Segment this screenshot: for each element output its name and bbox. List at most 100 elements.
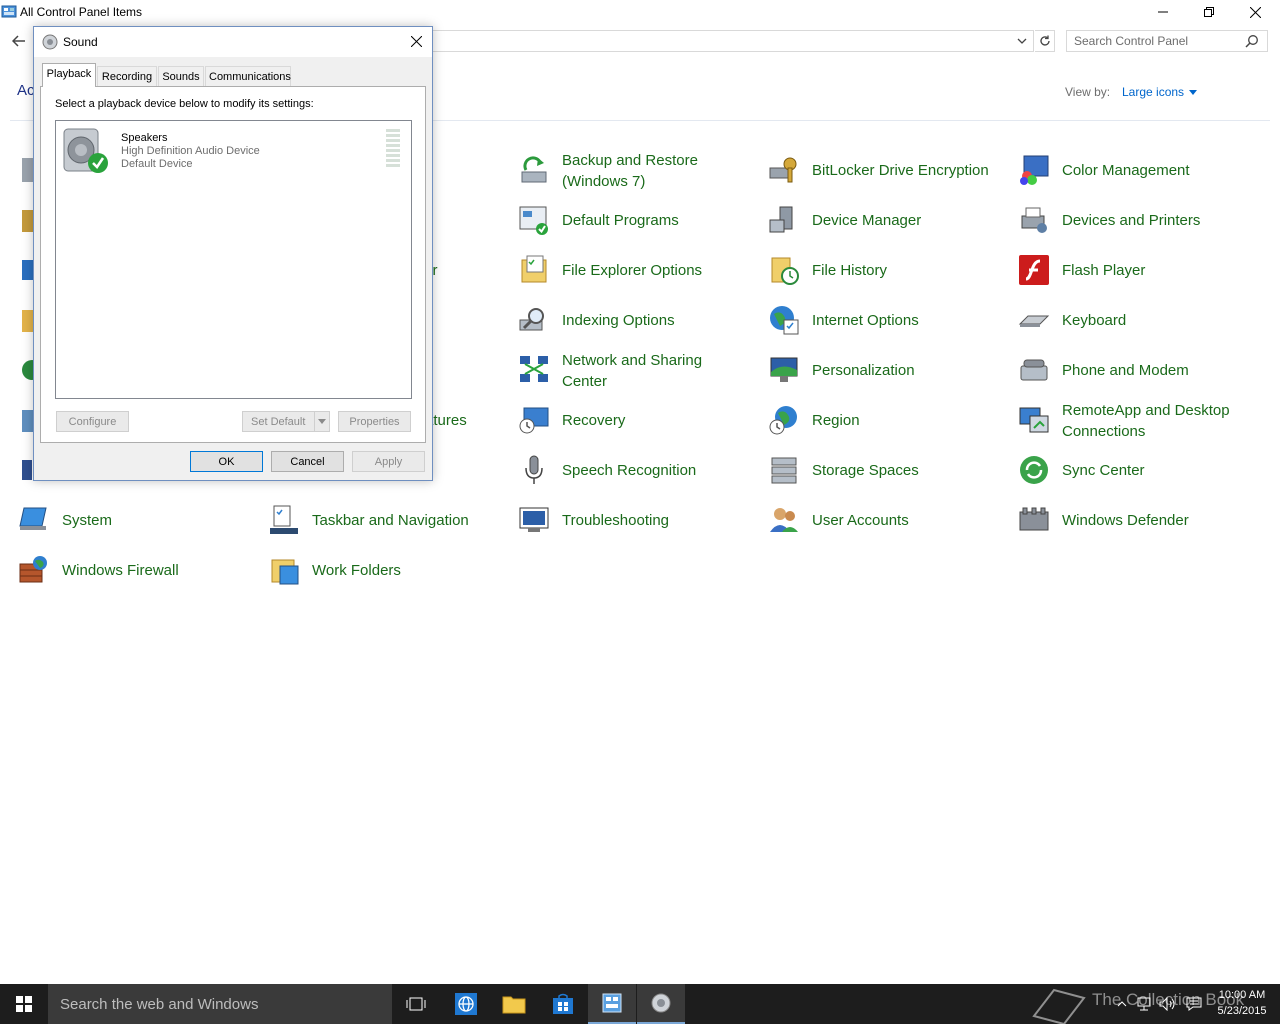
taskbar: The Collection Book 10:00 AM 5/23/2015 [0,984,1280,1024]
taskbar-app-browser[interactable] [442,984,490,1024]
tab-playback[interactable]: Playback [42,63,96,87]
system-icon [19,507,47,530]
cp-item-file-history[interactable]: File History [768,247,1008,293]
tray-network-button[interactable] [1134,994,1154,1014]
taskbar-app-store[interactable] [539,984,587,1024]
cp-item-windows-defender[interactable]: Windows Defender [1018,497,1258,543]
network-icon [1137,997,1151,1011]
view-by-dropdown[interactable]: Large icons [1122,85,1198,99]
set-default-dropdown-button[interactable] [314,411,330,432]
windows-firewall-icon [19,556,47,583]
minimize-button[interactable] [1140,0,1186,24]
cp-item-remoteapp[interactable]: RemoteApp and Desktop Connections [1018,397,1258,443]
cp-item-label: File Explorer Options [562,262,703,279]
cp-item-label: System [62,512,113,529]
clock-date[interactable]: 5/23/2015 [1212,1005,1272,1017]
cancel-button[interactable]: Cancel [271,451,344,472]
cp-item-network-sharing[interactable]: Network and Sharing Center [518,347,758,393]
cp-item-phone-modem[interactable]: Phone and Modem [1018,347,1258,393]
cp-item-internet-options[interactable]: Internet Options [768,297,1008,343]
taskbar-search-input[interactable] [48,984,392,1024]
personalization-icon [770,357,798,382]
cp-item-user-accounts[interactable]: User Accounts [768,497,1008,543]
task-view-button[interactable] [392,984,440,1024]
playback-device-list[interactable]: Speakers High Definition Audio Device De… [55,120,412,399]
cp-item-color-management[interactable]: Color Management [1018,147,1258,193]
refresh-button[interactable] [1035,30,1055,52]
restore-button[interactable] [1186,0,1232,24]
color-management-icon [1020,155,1049,185]
windows-defender-icon [1019,507,1049,531]
cp-item-label: Internet Options [812,312,919,329]
playback-instruction: Select a playback device below to modify… [55,98,314,110]
notification-icon [1186,997,1202,1011]
cp-item-troubleshooting[interactable]: Troubleshooting [518,497,758,543]
properties-button[interactable]: Properties [338,411,411,432]
close-button[interactable] [1232,0,1278,24]
windows-logo-icon [16,996,32,1012]
cp-item-label: Work Folders [312,562,401,579]
tray-action-center-button[interactable] [1184,994,1204,1014]
cp-item-label: Indexing Options [562,312,675,329]
cp-item-keyboard[interactable]: Keyboard [1018,297,1258,343]
cp-item-flash-player[interactable]: Flash Player [1018,247,1258,293]
file-history-icon [771,257,799,285]
file-explorer-options-icon [521,255,547,283]
cp-item-work-folders[interactable]: Work Folders [268,547,508,593]
partial-icon-row7 [22,460,32,480]
view-by-value: Large icons [1122,85,1185,99]
cp-item-system[interactable]: System [18,497,258,543]
adjust-settings-heading: Ac [17,82,35,99]
chevron-down-icon [1017,38,1027,44]
cp-item-file-explorer-options[interactable]: File Explorer Options [518,247,758,293]
back-button[interactable] [8,30,30,52]
device-list-item-speakers[interactable]: Speakers High Definition Audio Device De… [56,121,411,179]
cp-item-recovery[interactable]: Recovery [518,397,758,443]
taskbar-app-sound[interactable] [637,984,685,1024]
cp-item-default-programs[interactable]: Default Programs [518,197,758,243]
cp-item-label: Phone and Modem [1062,362,1189,379]
address-dropdown-button[interactable] [1013,33,1031,49]
chevron-up-icon [1117,1001,1127,1007]
cp-item-region[interactable]: Region [768,397,1008,443]
taskbar-app-control-panel[interactable] [588,984,636,1024]
apply-button[interactable]: Apply [352,451,425,472]
user-accounts-icon [770,508,798,532]
set-default-button[interactable]: Set Default [242,411,316,432]
sound-dialog-titlebar[interactable]: Sound [34,27,432,57]
cp-item-speech-recognition[interactable]: Speech Recognition [518,447,758,493]
cp-item-personalization[interactable]: Personalization [768,347,1008,393]
network-sharing-icon [520,356,548,382]
cp-item-device-manager[interactable]: Device Manager [768,197,1008,243]
search-icon[interactable] [1245,34,1259,48]
sound-dialog-title: Sound [63,35,98,49]
tab-recording[interactable]: Recording [97,66,157,86]
tray-volume-button[interactable] [1158,994,1178,1014]
configure-button[interactable]: Configure [56,411,129,432]
indexing-options-icon [519,308,544,331]
restore-icon [1204,7,1214,17]
folder-icon [502,996,526,1014]
ok-button[interactable]: OK [190,451,263,472]
cp-item-taskbar-navigation[interactable]: Taskbar and Navigation [268,497,508,543]
partial-icon-row3 [22,260,34,280]
flash-player-icon [1019,255,1049,285]
cp-item-label: File History [812,262,888,279]
cp-item-storage-spaces[interactable]: Storage Spaces [768,447,1008,493]
cp-item-windows-firewall[interactable]: Windows Firewall [18,547,258,593]
speaker-device-icon [63,128,108,173]
cp-item-bitlocker[interactable]: BitLocker Drive Encryption [768,147,1008,193]
cp-item-devices-printers[interactable]: Devices and Printers [1018,197,1258,243]
taskbar-app-file-explorer[interactable] [490,984,538,1024]
tab-sounds[interactable]: Sounds [158,66,204,86]
start-button[interactable] [0,984,48,1024]
phone-modem-icon [1020,359,1048,381]
search-input[interactable] [1066,30,1268,52]
cp-item-sync-center[interactable]: Sync Center [1018,447,1258,493]
tray-overflow-button[interactable] [1112,994,1132,1014]
tab-communications[interactable]: Communications [205,66,291,86]
sound-dialog-close-button[interactable] [404,30,428,52]
clock-time[interactable]: 10:00 AM [1214,989,1270,1001]
cp-item-backup-restore[interactable]: Backup and Restore (Windows 7) [518,147,758,193]
cp-item-indexing-options[interactable]: Indexing Options [518,297,758,343]
